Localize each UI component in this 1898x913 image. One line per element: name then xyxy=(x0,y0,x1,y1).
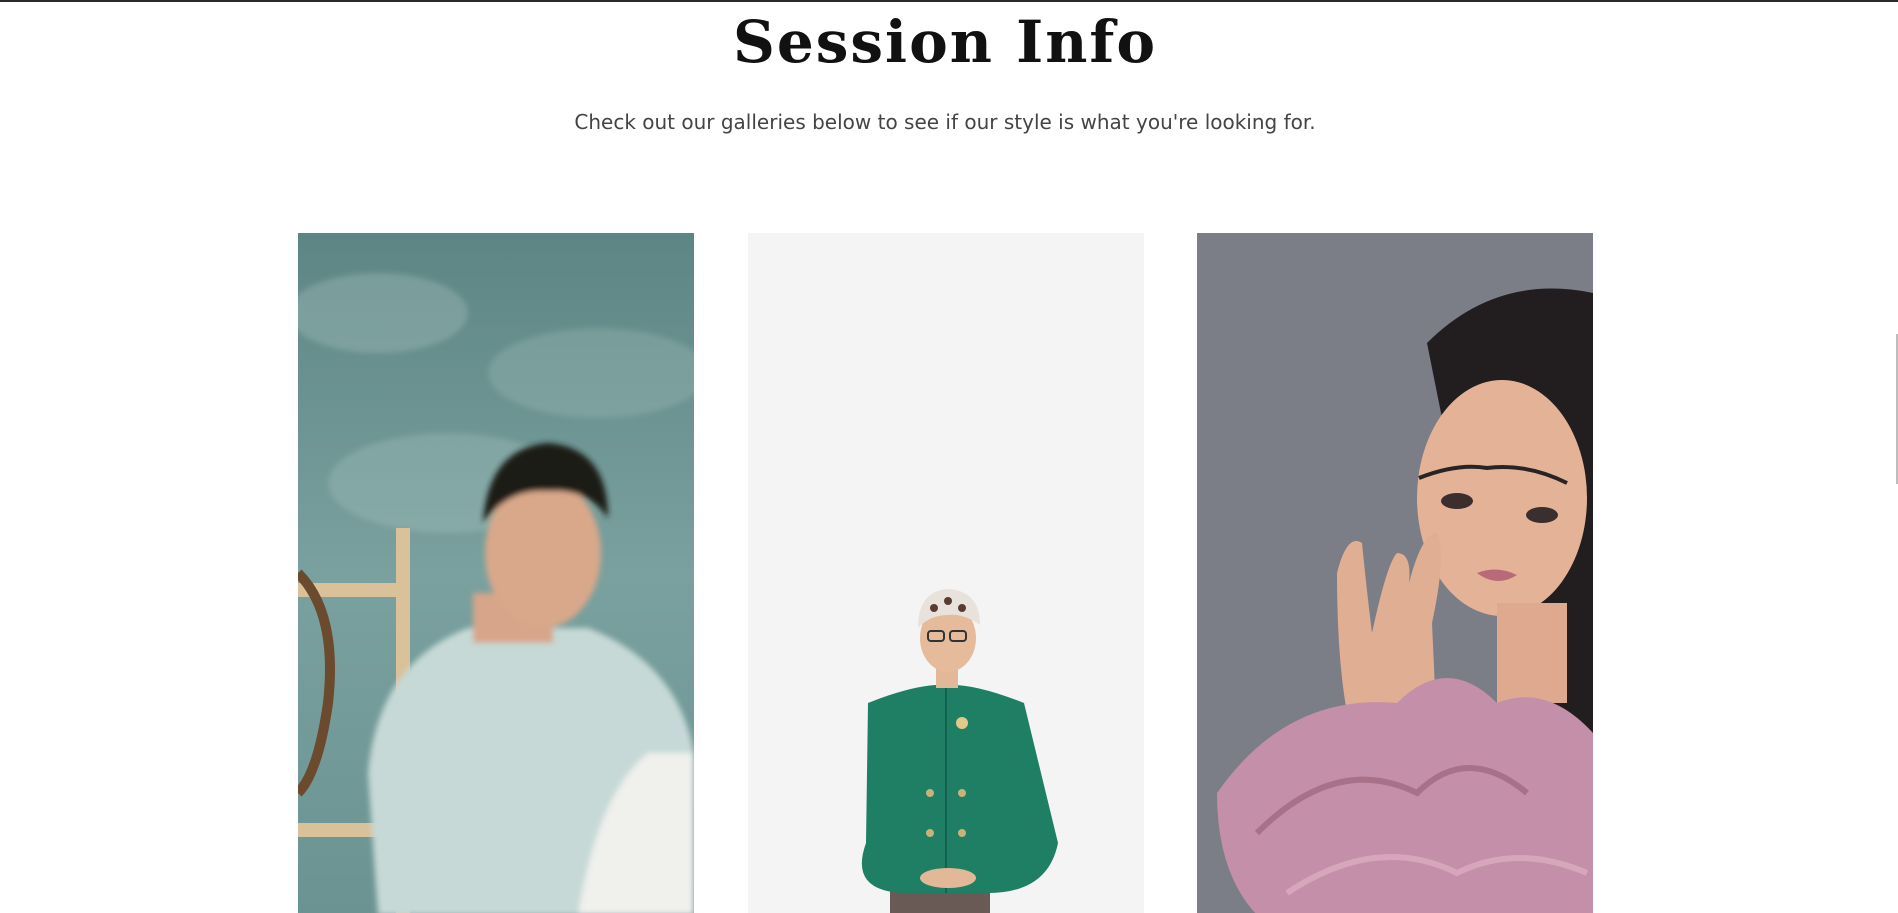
portrait-man-green-jacket-image xyxy=(748,233,1144,913)
gallery-image-2[interactable] xyxy=(748,233,1144,913)
page-title: Session Info xyxy=(732,8,1158,76)
portrait-woman-pink-image xyxy=(1197,233,1593,913)
page-subtitle: Check out our galleries below to see if … xyxy=(574,110,1316,134)
gallery-image-1[interactable] xyxy=(298,233,694,913)
portrait-man-shirt-image xyxy=(298,233,694,913)
page: Session Info Check out our galleries bel… xyxy=(0,0,1898,913)
gallery-image-3[interactable] xyxy=(1197,233,1593,913)
